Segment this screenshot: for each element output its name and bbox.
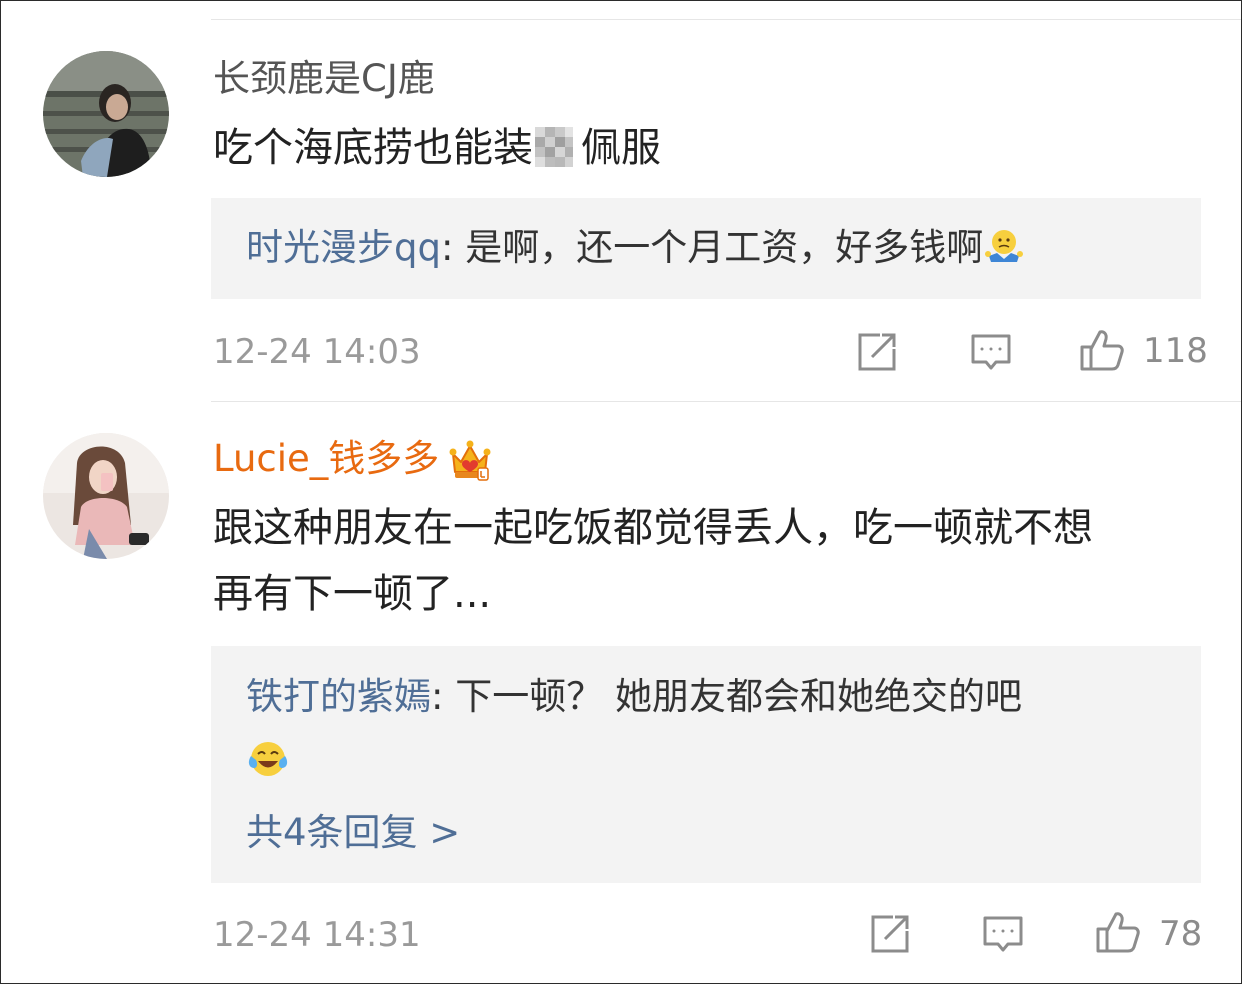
- comment-time: 12-24 14:31: [213, 915, 421, 955]
- comment-text-part: 佩服: [581, 125, 661, 171]
- reply-preview[interactable]: 铁打的紫嫣: 下一顿？ 她朋友都会和她绝交的吧 共4条回复 >: [211, 646, 1201, 883]
- like-icon[interactable]: [1095, 909, 1141, 955]
- like-count: 78: [1159, 914, 1203, 954]
- username[interactable]: Lucie_钱多多: [213, 437, 493, 484]
- username[interactable]: 长颈鹿是CJ鹿: [213, 57, 435, 101]
- like-icon[interactable]: [1079, 327, 1125, 373]
- like-count: 118: [1143, 331, 1208, 371]
- censored-mosaic: [535, 127, 573, 167]
- shrug-emoji-icon: [983, 226, 1025, 268]
- crown-vip-icon[interactable]: [447, 438, 493, 484]
- reply-username[interactable]: 时光漫步qq: [246, 226, 441, 269]
- laugh-cry-emoji-icon: [247, 738, 289, 780]
- username-text: Lucie_钱多多: [213, 437, 440, 480]
- reply-separator: :: [440, 226, 466, 269]
- avatar[interactable]: [43, 51, 169, 177]
- more-replies-link[interactable]: 共4条回复 >: [246, 808, 460, 858]
- comment-text: 跟这种朋友在一起吃饭都觉得丢人，吃一顿就不想 再有下一顿了...: [213, 495, 1213, 627]
- comment-time: 12-24 14:03: [213, 332, 421, 372]
- comment-text-line: 跟这种朋友在一起吃饭都觉得丢人，吃一顿就不想: [213, 505, 1093, 551]
- reply-text: 下一顿？ 她朋友都会和她绝交的吧: [455, 675, 1022, 718]
- comment-list: 长颈鹿是CJ鹿 吃个海底捞也能装 佩服 时光漫步qq: 是啊，还一个月工资，好多…: [0, 0, 1242, 984]
- reply-separator: :: [431, 675, 456, 718]
- comment-icon[interactable]: [980, 911, 1026, 957]
- share-icon[interactable]: [854, 329, 900, 375]
- comment-text-part: 吃个海底捞也能装: [213, 125, 533, 171]
- reply-text: 是啊，还一个月工资，好多钱啊: [465, 226, 984, 269]
- comment-divider: [211, 401, 1241, 402]
- comment-text-line: 再有下一顿了...: [213, 571, 492, 617]
- avatar[interactable]: [43, 433, 169, 559]
- comment-icon[interactable]: [968, 329, 1014, 375]
- reply-username[interactable]: 铁打的紫嫣: [246, 675, 431, 718]
- top-divider: [211, 19, 1241, 20]
- reply-line: 时光漫步qq: 是啊，还一个月工资，好多钱啊: [246, 217, 1025, 279]
- comment-text: 吃个海底捞也能装 佩服: [213, 115, 1213, 181]
- reply-preview[interactable]: 时光漫步qq: 是啊，还一个月工资，好多钱啊: [211, 198, 1201, 299]
- share-icon[interactable]: [867, 911, 913, 957]
- reply-line: 铁打的紫嫣: 下一顿？ 她朋友都会和她绝交的吧: [246, 666, 1022, 728]
